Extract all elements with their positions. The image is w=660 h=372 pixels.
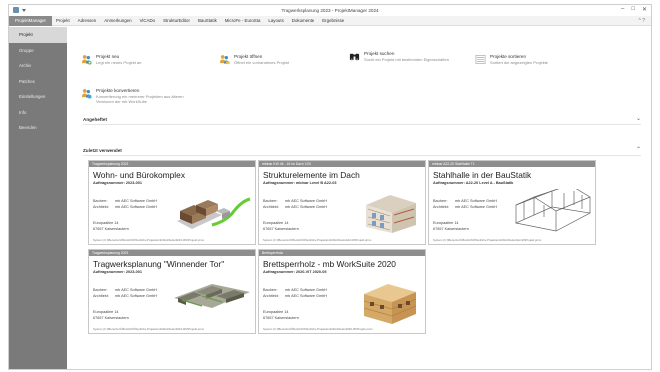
action-desc: Sortiert die angezeigten Projekte xyxy=(490,60,549,65)
project-thumbnail xyxy=(174,284,250,308)
card-title: Wohn- und Bürokomplex xyxy=(93,170,186,180)
tab-microfe-eurosta[interactable]: MicroFe - EuroSta xyxy=(221,16,265,26)
card-title: Tragwerksplanung "Winnender Tor" xyxy=(93,259,225,269)
card-architekt: Architekt: mb AEC Software GmbH xyxy=(93,205,157,209)
minimize-button[interactable]: – xyxy=(621,6,624,13)
tab-vicado[interactable]: ViCADo xyxy=(136,16,160,26)
card-architekt: Architekt: mb AEC Software GmbH xyxy=(263,294,327,298)
action-title: Projekt neu xyxy=(96,54,120,59)
card-address: Europaallee 14 67657 Kaiserslautern xyxy=(263,310,299,320)
title-bar: Tragwerksplanung 2023 - ProjektManager 2… xyxy=(9,5,651,16)
tab-projekt[interactable]: Projekt xyxy=(52,16,74,26)
window-title: Tragwerksplanung 2023 - ProjektManager 2… xyxy=(281,8,379,13)
people-convert-icon xyxy=(81,89,92,99)
close-button[interactable]: ✕ xyxy=(642,6,647,13)
project-thumbnail xyxy=(363,284,417,324)
card-architekt: Architekt: mb AEC Software GmbH xyxy=(263,205,327,209)
action-title: Projekt öffnen xyxy=(234,54,263,59)
main-panel: Projekt neu Legt ein neues Projekt an Pr… xyxy=(67,27,651,369)
chevron-down-icon[interactable]: ⌄ xyxy=(636,115,641,122)
tab-projektmanager[interactable]: ProjektManager xyxy=(9,15,52,26)
maximize-button[interactable]: □ xyxy=(631,6,635,13)
card-address: Europaallee 14 67657 Kaiserslautern xyxy=(93,310,129,320)
sidebar-item-info[interactable]: Info xyxy=(9,105,67,121)
chevron-up-icon[interactable]: ⌃ xyxy=(636,146,641,153)
card-bauherr: Bauherr: mb AEC Software GmbH xyxy=(263,199,327,203)
card-architekt: Architekt: mb AEC Software GmbH xyxy=(93,294,157,298)
section-recent-label: Zuletzt verwendet xyxy=(83,148,122,153)
project-card[interactable]: Tragwerksplanung 2023 Wohn- und Bürokomp… xyxy=(88,160,256,245)
ribbon-tabs: ProjektManager Projekt Adressen Anmerkun… xyxy=(9,15,651,26)
action-projekte-sortieren[interactable]: Projekte sortieren Sortiert die angezeig… xyxy=(475,54,548,65)
sidebar: Projekt Gruppe Archiv Patches Einstellun… xyxy=(9,27,67,369)
tab-ergebnisse[interactable]: Ergebnisse xyxy=(318,16,348,26)
project-thumbnail xyxy=(366,195,416,233)
tab-layouts[interactable]: Layouts xyxy=(264,16,287,26)
card-bauherr: Bauherr: mb AEC Software GmbH xyxy=(93,288,157,292)
card-address: Europaallee 14 67657 Kaiserslautern xyxy=(433,221,469,231)
action-projekt-neu[interactable]: Projekt neu Legt ein neues Projekt an xyxy=(81,54,141,65)
section-pinned[interactable]: Angeheftet ⌄ xyxy=(83,116,641,125)
card-bauherr: Bauherr: mb AEC Software GmbH xyxy=(263,288,327,292)
project-card[interactable]: Brettsperrholz Brettsperrholz - mb WorkS… xyxy=(258,249,426,334)
tab-baustatik[interactable]: BauStatik xyxy=(194,16,221,26)
sidebar-item-einstellungen[interactable]: Einstellungen xyxy=(9,89,67,105)
action-desc: Legt ein neues Projekt an xyxy=(96,60,142,65)
sidebar-item-patches[interactable]: Patches xyxy=(9,74,67,90)
card-path: System (C:)\Benutzer\Öffentlich\Öffentli… xyxy=(263,238,372,242)
card-order-number: Auftragsnummer: A22-20 Level A - BauStat… xyxy=(433,181,514,185)
action-title: Projekte konvertieren xyxy=(96,88,140,93)
action-title: Projekte sortieren xyxy=(490,54,527,59)
tab-adressen[interactable]: Adressen xyxy=(74,16,101,26)
tab-dokumente[interactable]: Dokumente xyxy=(288,16,318,26)
card-path: System (C:)\Benutzer\Öffentlich\Öffentli… xyxy=(93,327,205,331)
action-title: Projekt suchen xyxy=(364,51,395,56)
card-path: System (C:)\Benutzer\Öffentlich\Öffentli… xyxy=(433,238,542,242)
project-card[interactable]: mbinar A22-20 Stahlhalle T1 Stahlhalle i… xyxy=(428,160,596,245)
sidebar-item-beenden[interactable]: Beenden xyxy=(9,120,67,136)
card-title: Brettsperrholz - mb WorkSuite 2020 xyxy=(263,259,396,269)
card-title: Stahlhalle in der BauStatik xyxy=(433,170,532,180)
action-desc: Sucht ein Projekt mit bestimmten Eigensc… xyxy=(364,57,449,62)
action-projekte-konvertieren[interactable]: Projekte konvertieren Konvertierung ein … xyxy=(81,88,201,104)
tab-anmerkungen[interactable]: Anmerkungen xyxy=(100,16,135,26)
card-path: System (C:)\Benutzer\Öffentlich\Öffentli… xyxy=(93,238,205,242)
action-projekt-oeffnen[interactable]: Projekt öffnen Öffnet ein vorhandenes Pr… xyxy=(219,54,289,65)
app-window: Tragwerksplanung 2023 - ProjektManager 2… xyxy=(8,4,652,370)
window-controls: – □ ✕ xyxy=(621,6,647,13)
card-architekt: Architekt: mb AEC Software GmbH xyxy=(433,205,497,209)
project-thumbnail xyxy=(177,197,251,229)
action-desc: Öffnet ein vorhandenes Projekt xyxy=(234,60,290,65)
binoculars-icon xyxy=(349,53,360,61)
action-desc: Konvertierung ein mehrerer Projekten aus… xyxy=(96,94,184,104)
people-plus-icon xyxy=(81,55,92,65)
project-card[interactable]: mbinar KW 46 - 16 im Dach V2X Strukturel… xyxy=(258,160,426,245)
tab-struktureditor[interactable]: StrukturEditor xyxy=(159,16,194,26)
card-path: System (C:)\Benutzer\Öffentlich\Öffentli… xyxy=(263,327,373,331)
sidebar-item-archiv[interactable]: Archiv xyxy=(9,58,67,74)
people-open-icon xyxy=(219,55,230,65)
section-pinned-label: Angeheftet xyxy=(83,117,107,122)
card-order-number: Auftragsnummer: 2020-VIT 2020-05 xyxy=(263,270,327,274)
action-projekt-suchen[interactable]: Projekt suchen Sucht ein Projekt mit bes… xyxy=(349,51,459,62)
card-address: Europaallee 14 67657 Kaiserslautern xyxy=(263,221,299,231)
card-bauherr: Bauherr: mb AEC Software GmbH xyxy=(433,199,497,203)
ribbon-collapse-help[interactable]: ^ ? xyxy=(638,18,645,24)
project-thumbnail xyxy=(514,189,592,232)
project-card[interactable]: Tragwerksplanung 2023 Tragwerksplanung "… xyxy=(88,249,256,334)
card-address: Europaallee 14 67657 Kaiserslautern xyxy=(93,221,129,231)
card-bauherr: Bauherr: mb AEC Software GmbH xyxy=(93,199,157,203)
card-title: Strukturelemente im Dach xyxy=(263,170,360,180)
sidebar-item-gruppe[interactable]: Gruppe xyxy=(9,43,67,59)
card-order-number: Auftragsnummer: 2023-001 xyxy=(93,270,142,274)
section-recent[interactable]: Zuletzt verwendet ⌃ xyxy=(83,147,641,156)
list-sort-icon xyxy=(475,55,486,64)
sidebar-item-projekt[interactable]: Projekt xyxy=(9,27,67,43)
